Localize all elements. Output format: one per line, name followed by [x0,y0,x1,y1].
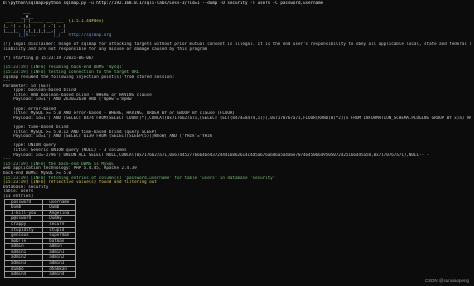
payload-line: Payload: id=1') AND (SELECT 8474 FROM(SE… [3,115,471,120]
table-row: admin4 admin4 [3,271,77,278]
payload-line: Payload: id=-2796') UNION ALL SELECT NUL… [3,152,430,157]
table-cell: admin4 [3,271,44,278]
payload-section: Type: boolean-based blind Title: AND boo… [3,88,471,157]
watermark: CSDN @sunxiaopeng [424,278,469,284]
dump-table-grid: password username Dumb Dumb I-kill-you Ange… [3,198,77,278]
table-cell: admin4 [42,271,77,278]
terminal-window[interactable]: D:\python\sqlmap>python sqlmap.py -u htt… [3,1,471,286]
